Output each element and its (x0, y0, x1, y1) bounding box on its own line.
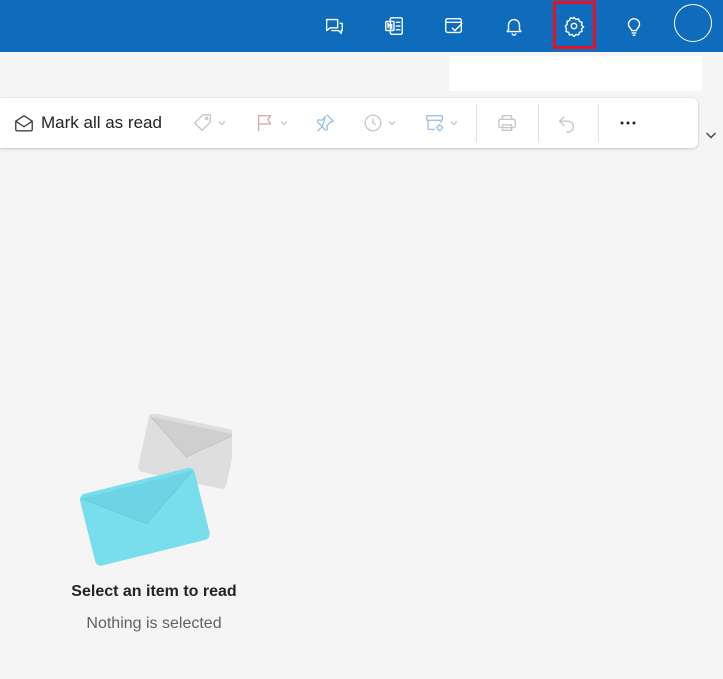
snooze-button[interactable] (362, 108, 397, 138)
bell-icon[interactable] (496, 8, 532, 44)
gear-icon[interactable] (556, 8, 592, 44)
print-icon (498, 114, 516, 132)
envelope-open-icon (15, 114, 33, 132)
flag-button[interactable] (254, 108, 289, 138)
flag-icon (257, 114, 272, 132)
chevron-down-icon (218, 121, 226, 126)
undo-icon (558, 116, 575, 133)
mark-all-as-read-button[interactable]: Mark all as read (13, 108, 162, 138)
top-header-bar (0, 0, 723, 52)
message-toolbar: Mark all as read (0, 98, 698, 148)
clock-icon (364, 114, 382, 132)
empty-state-title: Select an item to read (71, 583, 237, 600)
blank-panel (449, 56, 702, 91)
rules-button[interactable] (424, 108, 459, 138)
toolbar-separator (538, 104, 539, 142)
more-icon (620, 121, 636, 125)
chevron-down-icon (450, 121, 458, 126)
mark-all-as-read-label: Mark all as read (41, 113, 162, 132)
toolbar-separator (598, 104, 599, 142)
categorize-button[interactable] (192, 108, 227, 138)
tag-icon (194, 114, 212, 132)
lightbulb-icon[interactable] (616, 8, 652, 44)
pin-icon (316, 114, 334, 132)
avatar[interactable] (674, 4, 712, 42)
print-button[interactable] (496, 108, 518, 138)
envelopes-illustration (79, 414, 232, 566)
onenote-icon[interactable] (376, 8, 412, 44)
empty-state-subtitle: Nothing is selected (86, 615, 222, 632)
rules-icon (426, 114, 444, 132)
undo-button[interactable] (556, 108, 578, 138)
chevron-down-icon (388, 121, 396, 126)
pin-button[interactable] (314, 108, 336, 138)
chat-icon[interactable] (316, 8, 352, 44)
toolbar-separator (476, 104, 477, 142)
more-actions-button[interactable] (617, 108, 639, 138)
todo-icon[interactable] (436, 8, 472, 44)
chevron-down-icon[interactable] (704, 128, 718, 142)
chevron-down-icon (280, 121, 288, 126)
